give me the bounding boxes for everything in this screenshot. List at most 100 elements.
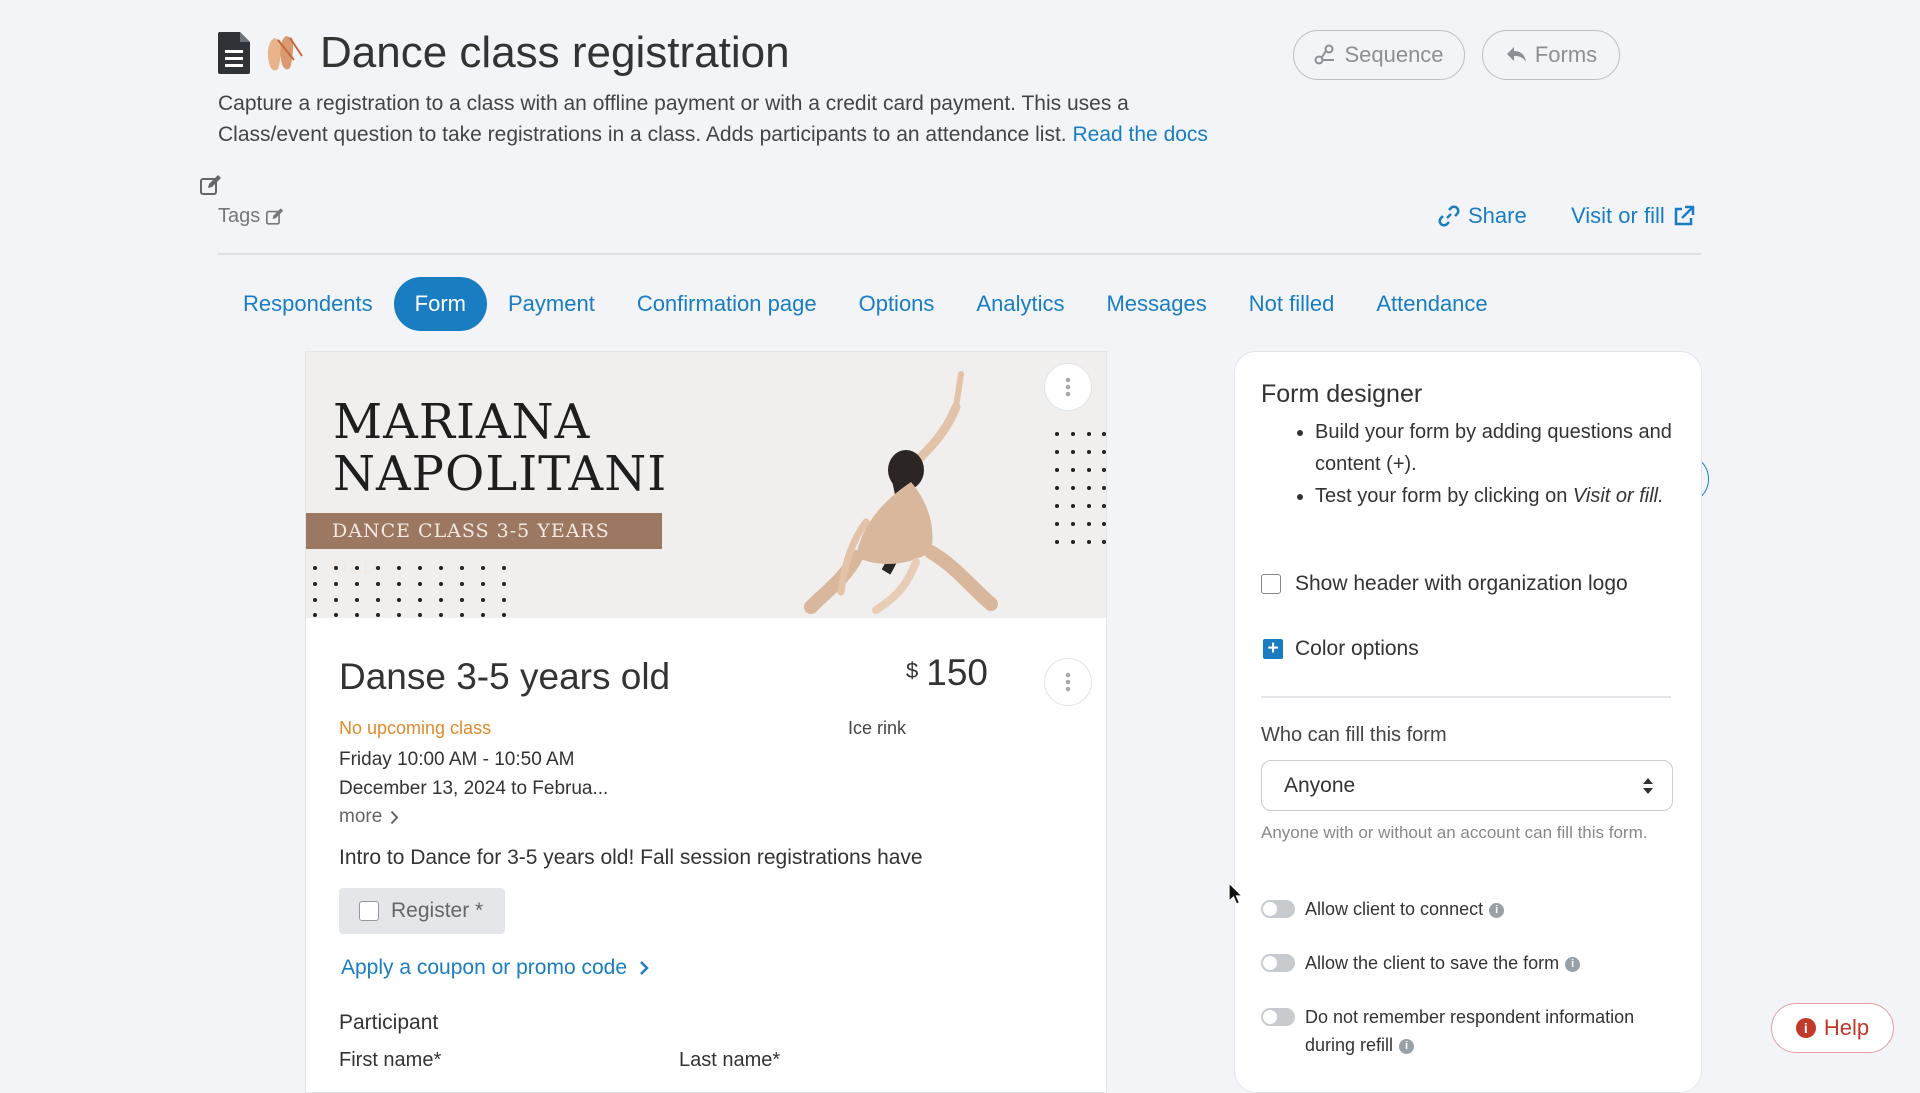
description-text: Capture a registration to a class with a… <box>218 92 1129 146</box>
link-icon <box>1438 205 1460 227</box>
price-amount: 150 <box>926 652 988 693</box>
tab-attendance[interactable]: Attendance <box>1355 277 1508 331</box>
help-label: Help <box>1823 1015 1870 1040</box>
designer-tip-2: Test your form by clicking on Visit or f… <box>1315 480 1715 512</box>
external-link-icon <box>1674 205 1694 226</box>
tab-options[interactable]: Options <box>838 277 956 331</box>
tab-messages[interactable]: Messages <box>1085 277 1227 331</box>
coupon-link[interactable]: Apply a coupon or promo code <box>341 956 649 980</box>
form-preview-card: MARIANA NAPOLITANI DANCE CLASS 3-5 YEARS… <box>305 351 1107 1093</box>
tab-confirmation-page[interactable]: Confirmation page <box>616 277 838 331</box>
class-options-button[interactable] <box>1044 658 1092 706</box>
dot-pattern-decoration <box>313 566 506 617</box>
allow-connect-label: Allow client to connect <box>1305 899 1484 919</box>
banner-subtitle: DANCE CLASS 3-5 YEARS OLD <box>306 513 662 578</box>
class-intro: Intro to Dance for 3-5 years old! Fall s… <box>339 846 923 869</box>
who-can-fill-label: Who can fill this form <box>1261 724 1447 746</box>
form-designer-panel: Form designer Build your form by adding … <box>1234 351 1702 1093</box>
who-can-fill-select[interactable]: Anyone <box>1261 760 1673 811</box>
page-title: Dance class registration <box>320 28 790 77</box>
tab-analytics[interactable]: Analytics <box>955 277 1085 331</box>
tags-label: Tags <box>218 205 261 227</box>
coupon-label: Apply a coupon or promo code <box>341 956 628 979</box>
class-price: $ 150 <box>906 652 988 694</box>
sequence-button[interactable]: Sequence <box>1293 30 1465 80</box>
edit-description-icon[interactable] <box>200 175 222 195</box>
sequence-icon <box>1314 44 1335 65</box>
schedule-time: Friday 10:00 AM - 10:50 AM <box>339 749 575 770</box>
read-docs-link[interactable]: Read the docs <box>1073 123 1208 146</box>
banner-name-line1: MARIANA <box>333 394 591 450</box>
share-link[interactable]: Share <box>1438 203 1527 229</box>
header-divider <box>218 253 1701 255</box>
sequence-label: Sequence <box>1344 42 1444 67</box>
allow-connect-toggle[interactable] <box>1261 900 1295 918</box>
class-status: No upcoming class <box>339 718 492 738</box>
mouse-cursor-icon <box>1228 882 1244 905</box>
register-label: Register * <box>391 899 484 922</box>
help-button[interactable]: i Help <box>1771 1003 1894 1053</box>
tab-not-filled[interactable]: Not filled <box>1228 277 1356 331</box>
panel-divider <box>1261 696 1671 698</box>
first-name-label: First name* <box>339 1049 442 1071</box>
tab-respondents[interactable]: Respondents <box>222 277 394 331</box>
info-icon[interactable]: i <box>1399 1038 1415 1054</box>
edit-tags-icon <box>266 208 284 225</box>
show-header-option[interactable]: Show header with organization logo <box>1261 572 1628 596</box>
class-location: Ice rink <box>847 718 906 738</box>
who-can-fill-help: Anyone with or without an account can fi… <box>1261 823 1648 842</box>
class-title: Danse 3-5 years old <box>339 656 671 697</box>
no-remember-label: Do not remember respondent information d… <box>1305 1007 1635 1055</box>
designer-tip-1: Build your form by adding questions and … <box>1315 416 1715 480</box>
price-currency: $ <box>906 658 919 683</box>
info-icon[interactable]: i <box>1489 902 1505 918</box>
banner-options-button[interactable] <box>1044 363 1092 411</box>
register-checkbox[interactable]: Register * <box>339 888 505 934</box>
page-description: Capture a registration to a class with a… <box>218 88 1218 150</box>
allow-save-toggle[interactable] <box>1261 954 1295 972</box>
plus-square-icon: + <box>1263 639 1283 659</box>
who-can-fill-value: Anyone <box>1284 773 1356 797</box>
banner-name-line2: NAPOLITANI <box>333 446 668 502</box>
allow-save-option[interactable]: Allow the client to save the form i <box>1261 949 1581 977</box>
share-label: Share <box>1468 203 1527 228</box>
schedule-dates: December 13, 2024 to Februa... <box>339 778 609 799</box>
class-schedule: Friday 10:00 AM - 10:50 AM December 13, … <box>339 745 608 803</box>
register-checkbox-box[interactable] <box>359 901 379 921</box>
chevron-right-icon <box>640 961 649 975</box>
no-remember-option[interactable]: Do not remember respondent information d… <box>1261 1003 1641 1059</box>
info-circle-icon: i <box>1795 1018 1816 1038</box>
kebab-icon <box>1065 672 1071 692</box>
info-icon[interactable]: i <box>1565 956 1581 972</box>
chevron-right-icon <box>391 810 399 824</box>
show-header-checkbox[interactable] <box>1261 574 1281 594</box>
allow-connect-option[interactable]: Allow client to connect i <box>1261 895 1505 923</box>
forms-label: Forms <box>1534 42 1598 67</box>
tags-control[interactable]: Tags <box>218 205 284 228</box>
color-options-toggle[interactable]: + Color options <box>1263 637 1419 661</box>
tip-2-emphasis: Visit or fill. <box>1572 485 1664 507</box>
more-label: more <box>339 806 383 827</box>
tab-payment[interactable]: Payment <box>487 277 616 331</box>
color-options-label: Color options <box>1295 637 1419 660</box>
last-name-label: Last name* <box>679 1049 781 1071</box>
document-icon <box>218 32 250 74</box>
visit-or-fill-link[interactable]: Visit or fill <box>1571 203 1695 229</box>
more-link[interactable]: more <box>339 806 399 828</box>
forms-button[interactable]: Forms <box>1482 30 1620 80</box>
tip-2-prefix: Test your form by clicking on <box>1315 485 1568 507</box>
no-remember-toggle[interactable] <box>1261 1008 1295 1026</box>
ballet-shoes-icon <box>267 36 303 71</box>
form-banner-image: MARIANA NAPOLITANI DANCE CLASS 3-5 YEARS… <box>306 352 1106 618</box>
form-designer-title: Form designer <box>1261 380 1423 408</box>
dot-pattern-decoration-right <box>1055 432 1106 544</box>
tab-form[interactable]: Form <box>393 277 487 331</box>
dancer-figure <box>804 371 998 614</box>
banner-name: MARIANA NAPOLITANI <box>333 396 667 500</box>
reply-arrow-icon <box>1506 47 1526 62</box>
visit-label: Visit or fill <box>1571 203 1665 228</box>
kebab-icon <box>1065 377 1071 397</box>
allow-save-label: Allow the client to save the form <box>1305 953 1560 973</box>
select-arrows-icon <box>1643 777 1653 794</box>
participant-heading: Participant <box>339 1011 439 1034</box>
